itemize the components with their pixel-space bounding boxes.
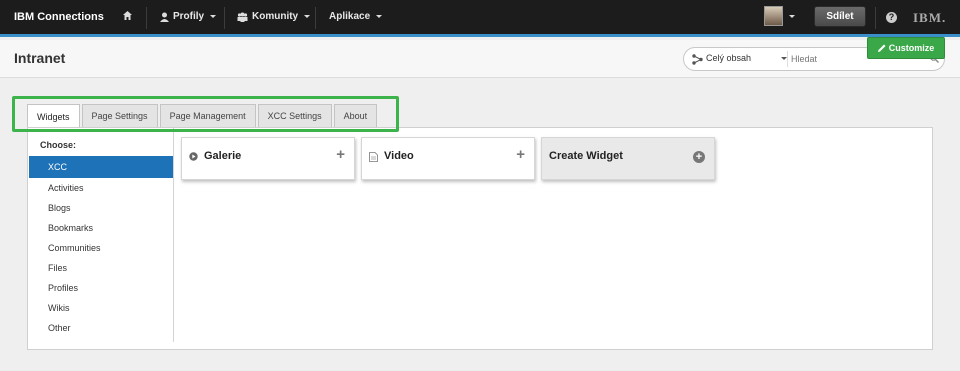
home-icon[interactable] — [122, 10, 133, 21]
nav-communities[interactable]: Komunity — [237, 11, 311, 22]
category-item-profiles[interactable]: Profiles — [29, 278, 173, 298]
category-list: XCC Activities Blogs Bookmarks Communiti… — [29, 156, 173, 338]
category-item-other[interactable]: Other — [29, 318, 173, 338]
share-button[interactable]: Sdílet — [814, 6, 866, 27]
nav-divider — [224, 7, 225, 29]
category-item-files[interactable]: Files — [29, 258, 173, 278]
widgets-panel: Choose: XCC Activities Blogs Bookmarks C… — [27, 127, 933, 350]
brand-link[interactable]: IBM Connections — [14, 11, 104, 23]
help-icon[interactable]: ? — [886, 12, 897, 23]
tab-page-settings[interactable]: Page Settings — [81, 104, 158, 127]
category-item-xcc[interactable]: XCC — [29, 156, 173, 178]
search-scope-selector[interactable]: Celý obsah — [706, 53, 751, 63]
user-avatar[interactable] — [764, 6, 783, 26]
widget-category-sidebar: Choose: XCC Activities Blogs Bookmarks C… — [29, 128, 174, 342]
tab-about[interactable]: About — [333, 104, 378, 127]
category-item-communities[interactable]: Communities — [29, 238, 173, 258]
tab-xcc-settings[interactable]: XCC Settings — [257, 104, 332, 127]
tab-widgets[interactable]: Widgets — [27, 104, 80, 128]
chevron-down-icon[interactable] — [789, 15, 795, 18]
widget-card-label: Galerie — [204, 150, 242, 162]
document-icon — [369, 152, 378, 164]
create-widget-card[interactable]: Create Widget + — [541, 137, 715, 180]
nav-divider — [146, 7, 147, 29]
play-circle-icon — [189, 152, 198, 163]
widget-card-galerie[interactable]: Galerie + — [181, 137, 355, 180]
nav-divider — [875, 7, 876, 29]
page-title: Intranet — [14, 50, 66, 66]
add-circle-icon[interactable]: + — [693, 151, 705, 163]
nav-divider — [315, 7, 316, 29]
ibm-logo: IBM. — [913, 10, 947, 25]
category-item-bookmarks[interactable]: Bookmarks — [29, 218, 173, 238]
search-divider — [787, 51, 788, 67]
nav-communities-label: Komunity — [252, 11, 299, 22]
customize-button[interactable]: Customize — [867, 37, 945, 59]
nav-profiles-label: Profily — [173, 11, 205, 22]
nav-profiles[interactable]: Profily — [160, 11, 217, 22]
page-header: Intranet Celý obsah — [0, 40, 960, 78]
widget-card-video[interactable]: Video + — [361, 137, 535, 180]
category-item-wikis[interactable]: Wikis — [29, 298, 173, 318]
nav-apps-label: Aplikace — [329, 11, 371, 22]
category-heading: Choose: — [40, 140, 76, 150]
widget-card-label: Video — [384, 150, 414, 162]
person-icon — [160, 12, 169, 22]
customize-label: Customize — [888, 43, 935, 53]
add-widget-icon[interactable]: + — [516, 146, 525, 163]
chevron-down-icon — [376, 15, 383, 18]
pencil-icon — [877, 44, 886, 52]
category-item-blogs[interactable]: Blogs — [29, 198, 173, 218]
chevron-down-icon — [210, 15, 217, 18]
top-navigation-bar: IBM Connections Profily Komunity Aplikac… — [0, 0, 960, 37]
widget-card-label: Create Widget — [549, 150, 623, 162]
scope-icon[interactable] — [692, 54, 703, 68]
add-widget-icon[interactable]: + — [336, 146, 345, 163]
settings-tabs: Widgets Page Settings Page Management XC… — [27, 104, 378, 128]
category-item-activities[interactable]: Activities — [29, 178, 173, 198]
chevron-down-icon — [304, 15, 311, 18]
tab-page-management[interactable]: Page Management — [159, 104, 256, 127]
nav-apps[interactable]: Aplikace — [329, 11, 383, 22]
community-icon — [237, 12, 248, 22]
